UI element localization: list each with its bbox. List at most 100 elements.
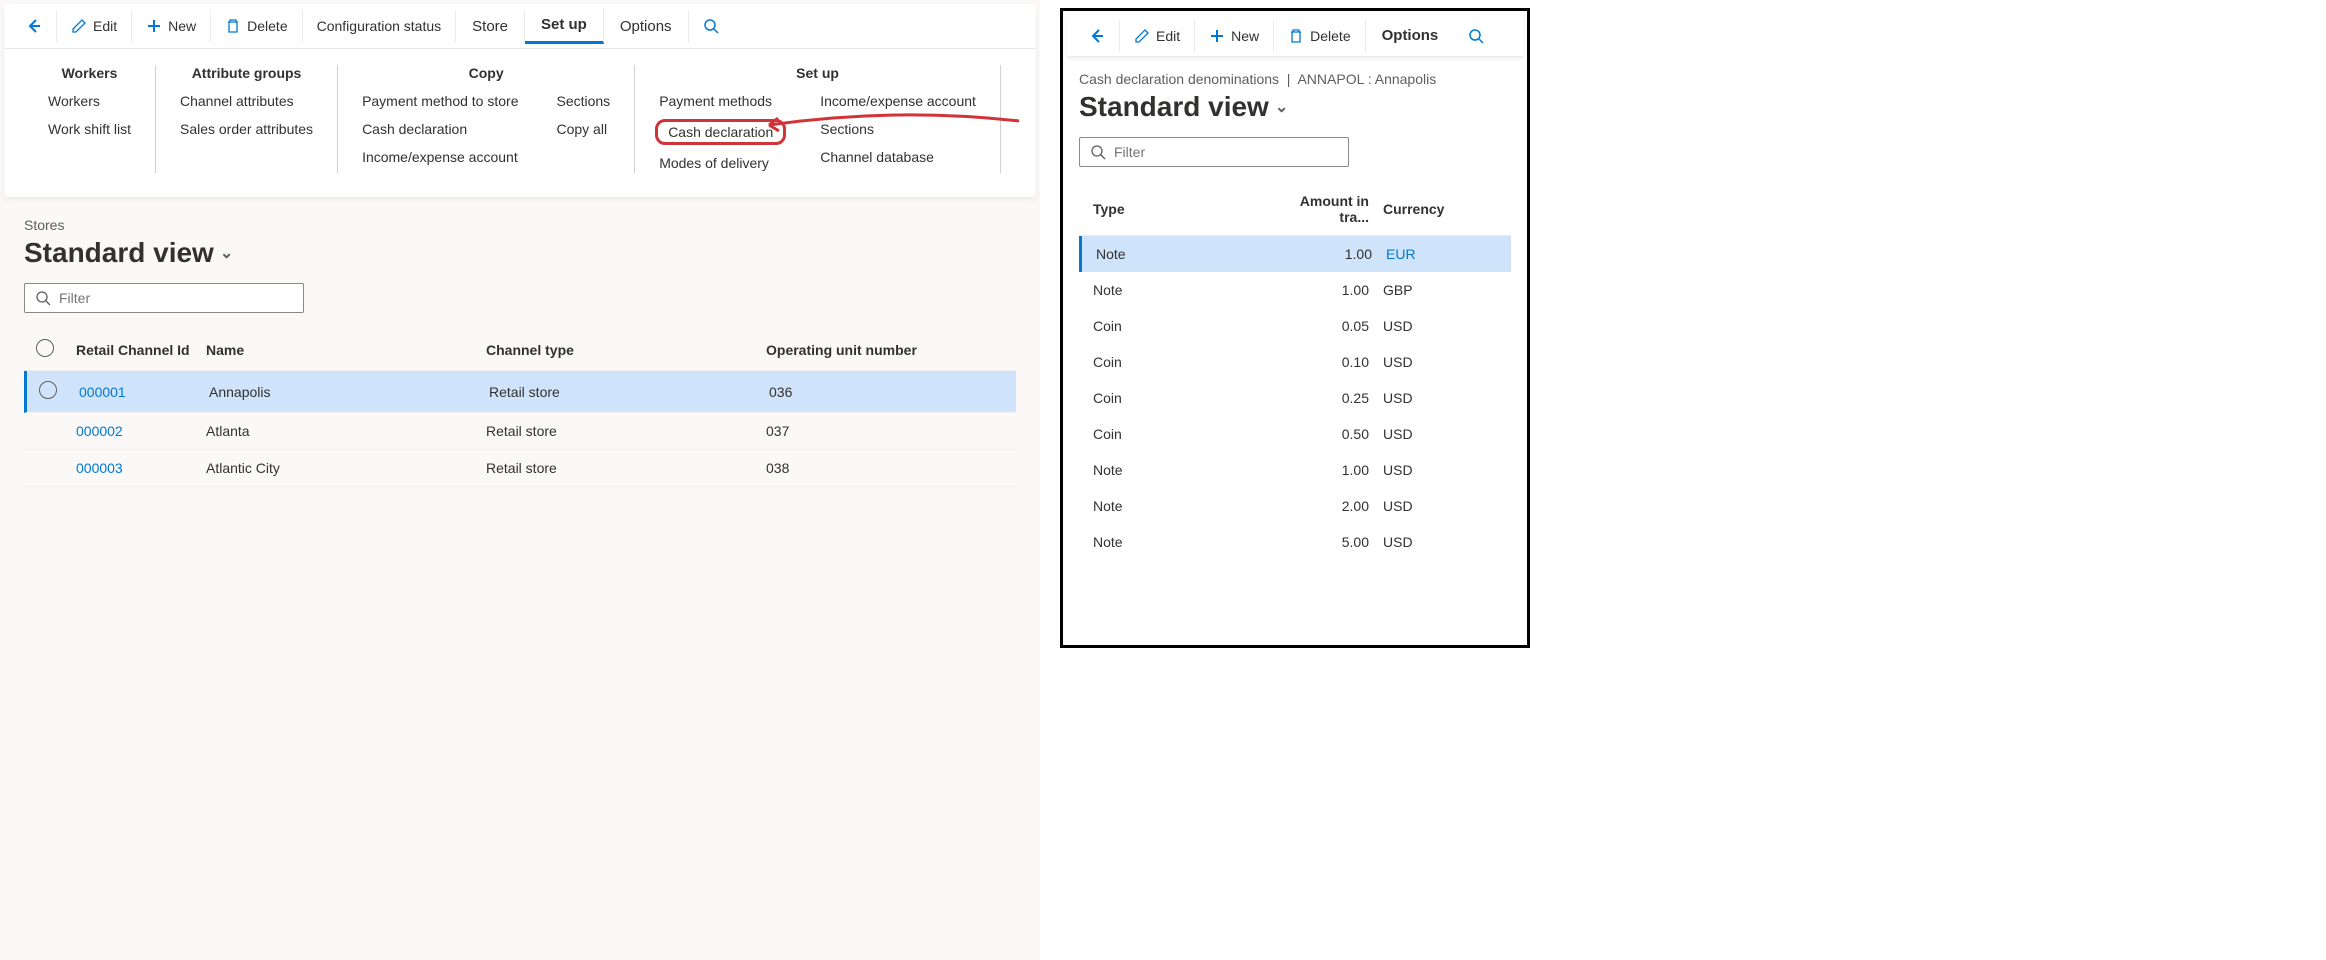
cell-id[interactable]: 000001: [79, 384, 209, 400]
new-label: New: [1231, 28, 1259, 44]
cell-type: Note: [1093, 534, 1273, 550]
delete-button-right[interactable]: Delete: [1274, 20, 1365, 52]
tab-store[interactable]: Store: [456, 10, 525, 43]
ribbon-title-setup: Set up: [655, 65, 980, 81]
pencil-icon: [1134, 28, 1150, 44]
view-title-right[interactable]: Standard view ⌄: [1079, 91, 1511, 123]
col-header-name[interactable]: Name: [206, 342, 486, 358]
delete-label: Delete: [247, 18, 287, 34]
col-header-unit[interactable]: Operating unit number: [766, 342, 1004, 358]
tab-options[interactable]: Options: [604, 10, 689, 43]
cell-name: Atlantic City: [206, 460, 486, 476]
new-button[interactable]: New: [132, 10, 211, 42]
edit-button-right[interactable]: Edit: [1120, 20, 1195, 52]
grid-header: Retail Channel Id Name Channel type Oper…: [24, 329, 1016, 371]
back-button-right[interactable]: [1075, 20, 1120, 52]
cell-amount: 0.05: [1273, 318, 1383, 334]
col-header-id[interactable]: Retail Channel Id: [76, 342, 206, 358]
trash-icon: [225, 18, 241, 34]
table-row[interactable]: Note5.00USD: [1079, 524, 1511, 560]
ribbon-link[interactable]: Work shift list: [44, 119, 135, 139]
ribbon-link[interactable]: Channel database: [816, 147, 980, 167]
ribbon-link[interactable]: Cash declaration: [358, 119, 522, 139]
col-header-type[interactable]: Channel type: [486, 342, 766, 358]
table-row[interactable]: 000003Atlantic CityRetail store038: [24, 450, 1016, 487]
back-arrow-icon: [1089, 28, 1105, 44]
ribbon-link[interactable]: Copy all: [552, 119, 614, 139]
stores-grid: Retail Channel Id Name Channel type Oper…: [24, 329, 1016, 487]
pencil-icon: [71, 18, 87, 34]
table-row[interactable]: 000001AnnapolisRetail store036: [24, 371, 1016, 413]
cell-id[interactable]: 000003: [76, 460, 206, 476]
breadcrumb-a: Cash declaration denominations: [1079, 71, 1279, 87]
cell-type: Retail store: [489, 384, 769, 400]
filter-search-icon: [35, 290, 51, 306]
table-row[interactable]: Coin0.10USD: [1079, 344, 1511, 380]
search-button-right[interactable]: [1454, 20, 1498, 52]
table-row[interactable]: 000002AtlantaRetail store037: [24, 413, 1016, 450]
tab-options-right[interactable]: Options: [1366, 19, 1455, 52]
col-header-currency[interactable]: Currency: [1383, 201, 1463, 217]
ribbon-link[interactable]: Modes of delivery: [655, 153, 786, 173]
back-button[interactable]: [12, 10, 57, 42]
search-icon: [1468, 28, 1484, 44]
cell-amount: 1.00: [1273, 282, 1383, 298]
cell-currency: USD: [1383, 462, 1463, 478]
row-select[interactable]: [39, 381, 79, 402]
ribbon-link[interactable]: Payment method to store: [358, 91, 522, 111]
cell-id[interactable]: 000002: [76, 423, 206, 439]
cell-amount: 1.00: [1273, 462, 1383, 478]
ribbon-link[interactable]: Sections: [552, 91, 614, 111]
tab-setup[interactable]: Set up: [525, 8, 604, 44]
denominations-grid: Type Amount in tra... Currency Note1.00E…: [1079, 183, 1511, 560]
cell-type: Note: [1093, 282, 1273, 298]
ribbon-link[interactable]: Workers: [44, 91, 135, 111]
search-button[interactable]: [689, 10, 733, 42]
table-row[interactable]: Note1.00GBP: [1079, 272, 1511, 308]
filter-input-right[interactable]: [1114, 144, 1338, 160]
table-row[interactable]: Note1.00USD: [1079, 452, 1511, 488]
ribbon-link[interactable]: Sales order attributes: [176, 119, 317, 139]
edit-label: Edit: [1156, 28, 1180, 44]
ribbon-title-copy: Copy: [358, 65, 614, 81]
table-row[interactable]: Coin0.05USD: [1079, 308, 1511, 344]
filter-input[interactable]: [59, 290, 293, 306]
table-row[interactable]: Coin0.50USD: [1079, 416, 1511, 452]
view-title[interactable]: Standard view ⌄: [24, 237, 1016, 269]
delete-button[interactable]: Delete: [211, 10, 302, 42]
ribbon-link[interactable]: Sections: [816, 119, 980, 139]
table-row[interactable]: Note1.00EUR: [1079, 236, 1511, 272]
new-button-right[interactable]: New: [1195, 20, 1274, 52]
cell-type: Retail store: [486, 460, 766, 476]
breadcrumb-right: Cash declaration denominations | ANNAPOL…: [1079, 71, 1511, 87]
view-title-text: Standard view: [24, 237, 214, 269]
ribbon-link-cash-declaration[interactable]: Cash declaration: [655, 119, 786, 145]
table-row[interactable]: Note2.00USD: [1079, 488, 1511, 524]
config-status-button[interactable]: Configuration status: [303, 10, 457, 42]
cell-type: Coin: [1093, 426, 1273, 442]
table-row[interactable]: Coin0.25USD: [1079, 380, 1511, 416]
chevron-down-icon: ⌄: [1275, 97, 1288, 117]
cell-amount: 0.10: [1273, 354, 1383, 370]
edit-button[interactable]: Edit: [57, 10, 132, 42]
filter-box-right[interactable]: [1079, 137, 1349, 167]
col-header-amount[interactable]: Amount in tra...: [1273, 193, 1383, 225]
config-status-label: Configuration status: [317, 18, 442, 34]
cell-name: Atlanta: [206, 423, 486, 439]
select-all[interactable]: [36, 339, 76, 360]
col-header-type[interactable]: Type: [1093, 201, 1273, 217]
ribbon-group-setup: Set up Payment methods Cash declaration …: [635, 65, 1001, 173]
ribbon-link[interactable]: Channel attributes: [176, 91, 317, 111]
ribbon-link[interactable]: Income/expense account: [816, 91, 980, 111]
trash-icon: [1288, 28, 1304, 44]
cell-amount: 0.50: [1273, 426, 1383, 442]
cell-type: Coin: [1093, 390, 1273, 406]
cell-amount: 0.25: [1273, 390, 1383, 406]
filter-box[interactable]: [24, 283, 304, 313]
breadcrumb-b: ANNAPOL : Annapolis: [1297, 71, 1436, 87]
ribbon-link[interactable]: Income/expense account: [358, 147, 522, 167]
cell-type: Note: [1096, 246, 1276, 262]
cell-unit: 036: [769, 384, 1004, 400]
cell-type: Coin: [1093, 318, 1273, 334]
ribbon-link[interactable]: Payment methods: [655, 91, 786, 111]
